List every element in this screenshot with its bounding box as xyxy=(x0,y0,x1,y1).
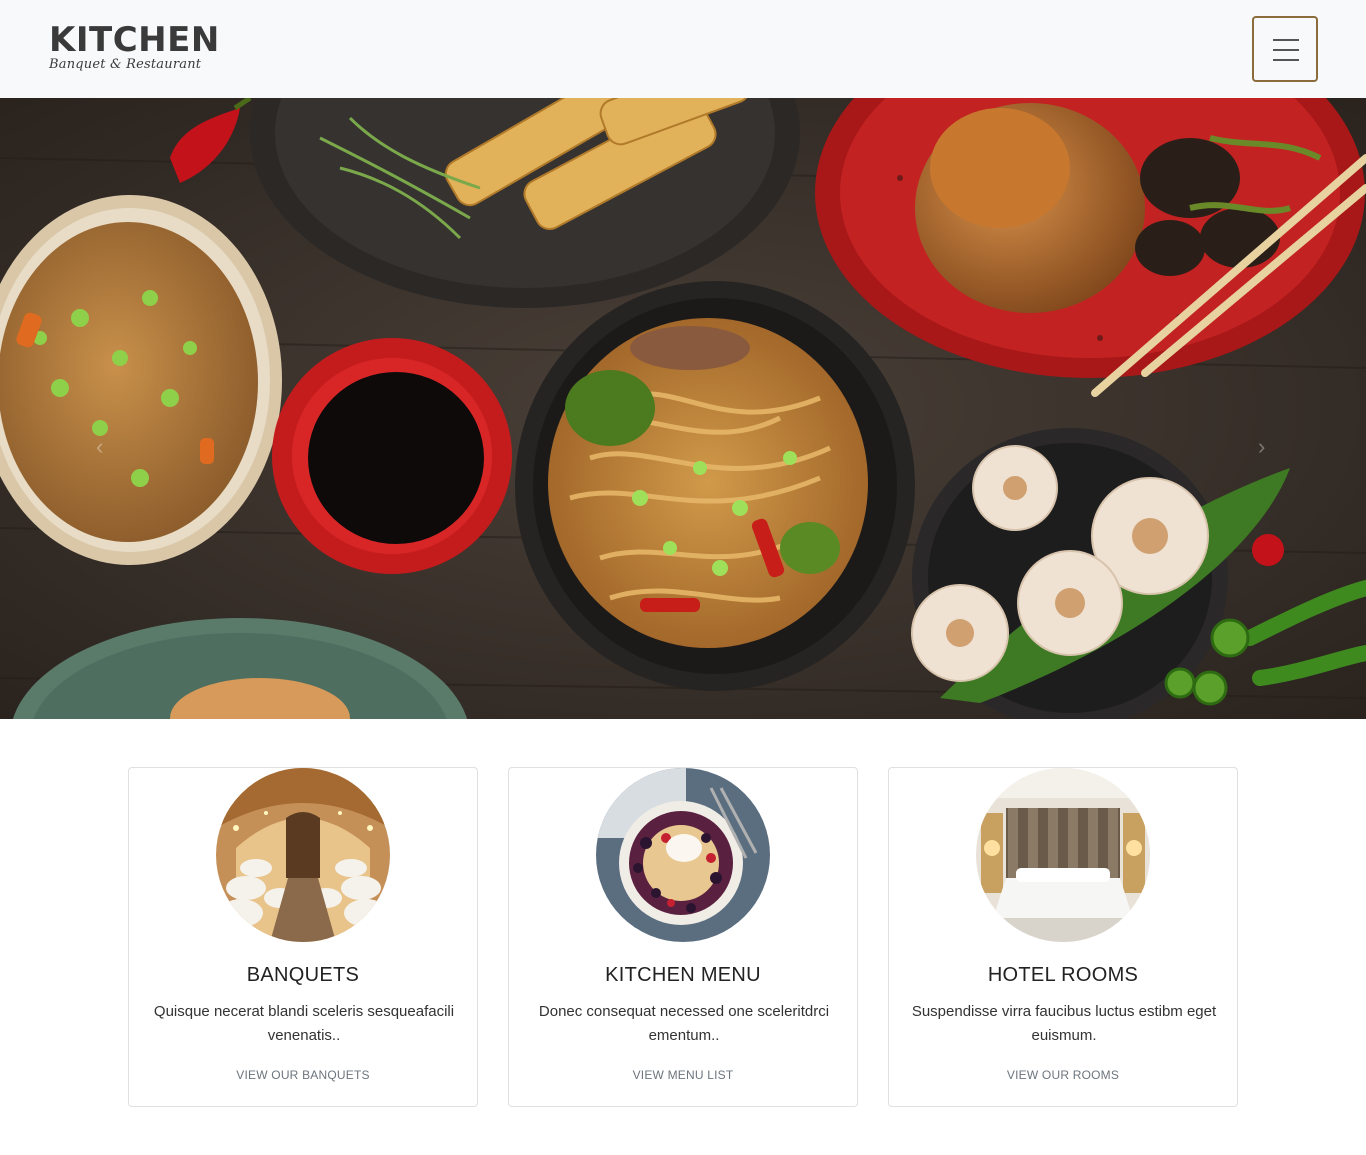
brand-subtitle: Banquet & Restaurant xyxy=(49,57,202,72)
card-title: HOTEL ROOMS xyxy=(987,964,1139,986)
hero-carousel: ‹ › xyxy=(0,98,1366,719)
view-menu-list-link[interactable]: VIEW MENU LIST xyxy=(509,1068,857,1082)
navbar: KITCHEN Banquet & Restaurant xyxy=(0,0,1366,98)
dessert-plate-image xyxy=(596,768,770,942)
carousel-prev-icon[interactable]: ‹ xyxy=(96,436,103,458)
view-banquets-link[interactable]: VIEW OUR BANQUETS xyxy=(129,1068,477,1082)
card-title: KITCHEN MENU xyxy=(605,964,761,986)
card-text: Donec consequat necessed one sceleritdrc… xyxy=(538,1003,830,1044)
card-text: Suspendisse virra faucibus luctus estibm… xyxy=(911,1003,1217,1044)
banquet-hall-image xyxy=(216,768,390,942)
card-kitchen-menu: KITCHEN MENU Donec consequat necessed on… xyxy=(508,767,858,1107)
card-title: BANQUETS xyxy=(246,964,360,986)
card-hotel-rooms: HOTEL ROOMS Suspendisse virra faucibus l… xyxy=(888,767,1238,1107)
hotel-room-image xyxy=(976,768,1150,942)
card-banquets: BANQUETS Quisque necerat blandi sceleris… xyxy=(128,767,478,1107)
carousel-next-icon[interactable]: › xyxy=(1258,436,1265,458)
brand-logo[interactable]: KITCHEN Banquet & Restaurant xyxy=(49,22,219,74)
card-text: Quisque necerat blandi sceleris sesqueaf… xyxy=(153,1003,455,1044)
brand-title: KITCHEN xyxy=(49,20,220,60)
hero-food-image xyxy=(0,98,1366,719)
view-rooms-link[interactable]: VIEW OUR ROOMS xyxy=(889,1068,1237,1082)
menu-toggle-button[interactable] xyxy=(1252,16,1318,82)
